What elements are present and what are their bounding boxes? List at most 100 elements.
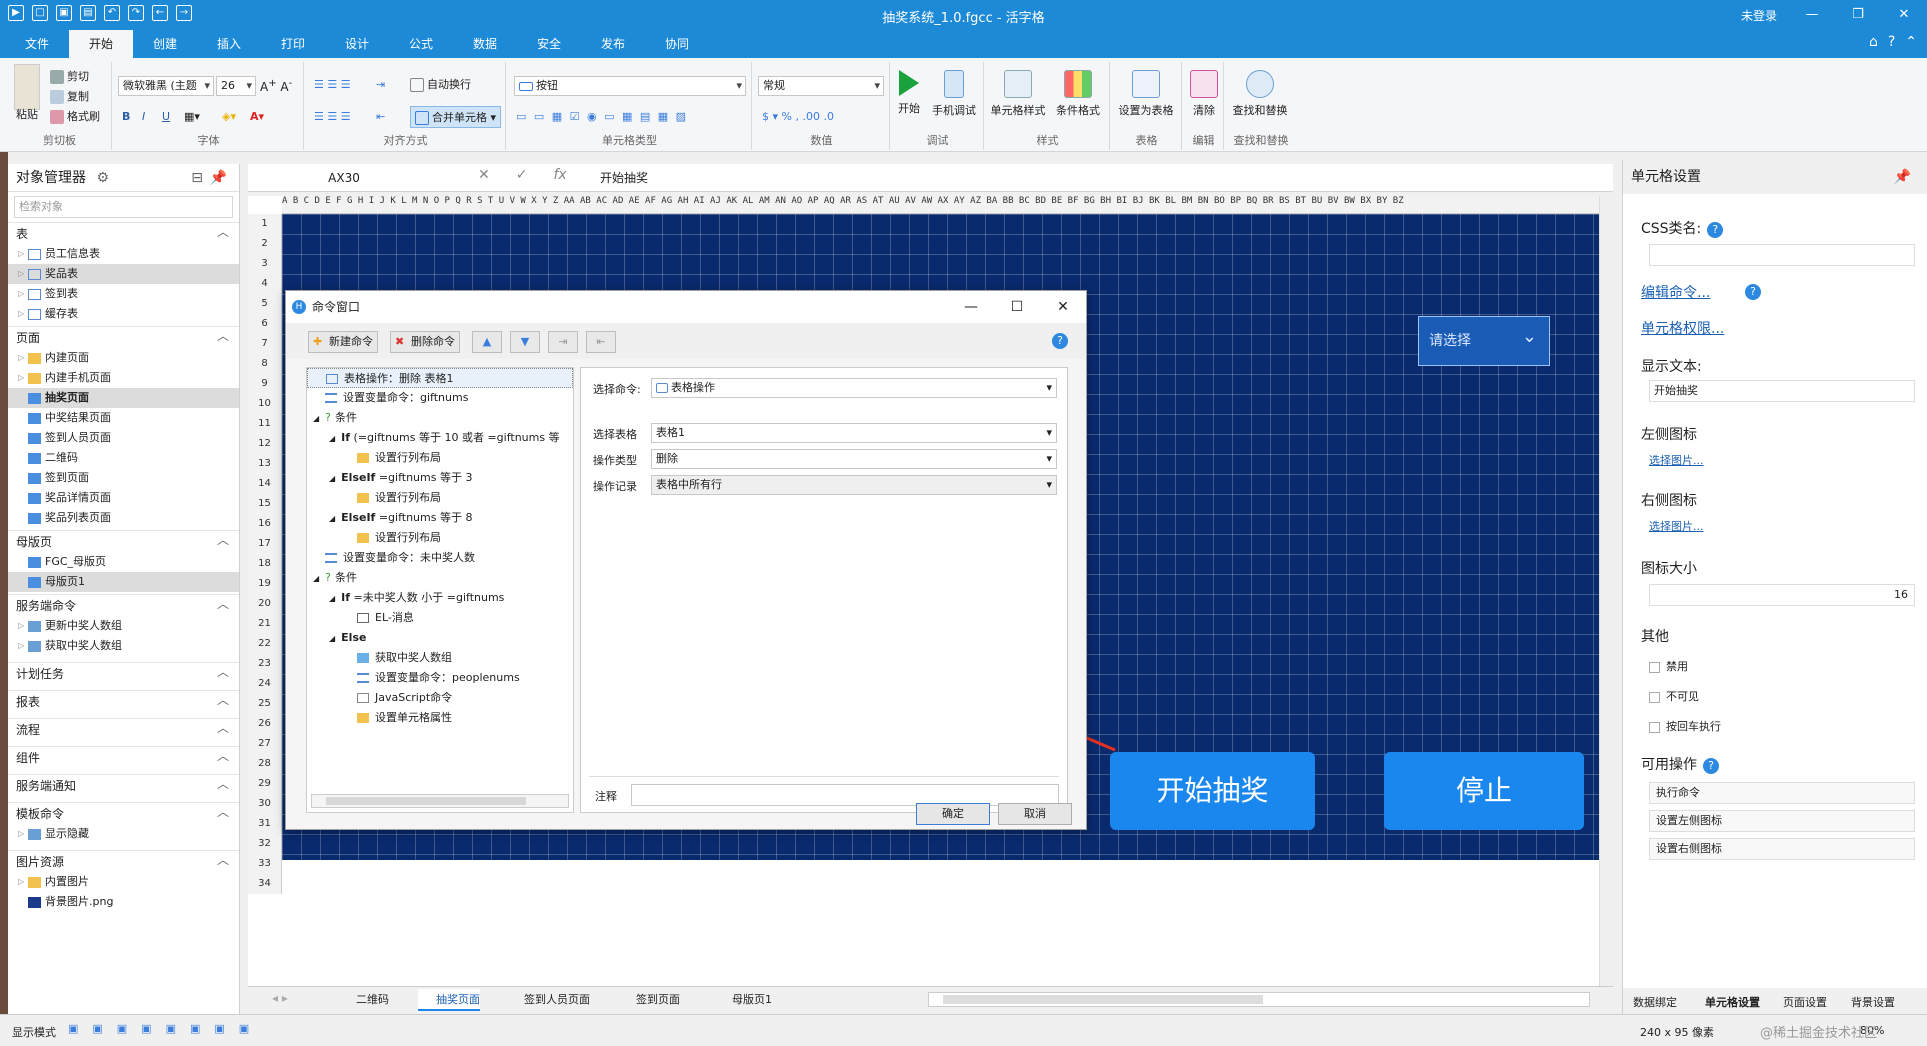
object-search-input[interactable]: 检索对象 xyxy=(14,196,233,218)
select-dropdown[interactable]: 请选择 xyxy=(1418,313,1550,366)
tab-data[interactable]: 数据 xyxy=(453,30,517,58)
formula-input[interactable]: 开始抽奖 xyxy=(600,167,648,189)
section-images[interactable]: 图片资源 xyxy=(8,849,239,872)
clear-button[interactable]: 清除 xyxy=(1184,70,1224,118)
find-replace-button[interactable]: 查找和替换 xyxy=(1230,70,1290,118)
list-item[interactable]: 二维码 xyxy=(8,448,239,468)
tab-security[interactable]: 安全 xyxy=(517,30,581,58)
conditional-format-button[interactable]: 条件格式 xyxy=(1048,70,1108,118)
section-pages[interactable]: 页面 xyxy=(8,325,239,348)
italic-icon[interactable]: I xyxy=(142,110,145,123)
section-tables[interactable]: 表 xyxy=(8,221,239,244)
tab-design[interactable]: 设计 xyxy=(325,30,389,58)
help-icon[interactable]: ? xyxy=(1745,284,1761,300)
collapse-icon[interactable]: ⌃ xyxy=(1905,34,1917,50)
vertical-scrollbar[interactable] xyxy=(1599,196,1613,986)
right-icon-select-link[interactable]: 选择图片... xyxy=(1649,518,1704,534)
list-item[interactable]: ▷ 奖品表 xyxy=(8,264,239,284)
maximize-icon[interactable]: ☐ xyxy=(994,291,1040,323)
section-template[interactable]: 模板命令 xyxy=(8,801,239,824)
tree-horizontal-scrollbar[interactable] xyxy=(311,794,569,808)
login-status[interactable]: 未登录 xyxy=(1741,7,1777,24)
close-icon[interactable]: ✕ xyxy=(1881,0,1927,30)
cancel-icon[interactable]: ✕ xyxy=(478,167,490,183)
tab-page[interactable]: 二维码 xyxy=(338,989,389,1011)
select-table-dropdown[interactable]: 表格1 xyxy=(651,423,1057,443)
tab-page-active[interactable]: 抽奖页面 xyxy=(418,989,480,1011)
outdent-icon[interactable]: ⇤ xyxy=(376,110,385,123)
action-set-left-icon[interactable]: 设置左侧图标 xyxy=(1649,810,1915,832)
fx-icon[interactable]: fx xyxy=(553,167,566,183)
underline-icon[interactable]: U xyxy=(162,110,170,123)
tree-node[interactable]: ◢ ElseIf =giftnums 等于 8 xyxy=(307,508,573,528)
edit-command-link[interactable]: 编辑命令... xyxy=(1641,282,1710,302)
border-icon[interactable]: ▦▾ xyxy=(184,110,200,123)
celltype-select[interactable]: 按钮 xyxy=(514,76,746,96)
operation-type-dropdown[interactable]: 删除 xyxy=(651,449,1057,469)
tree-node[interactable]: ◢ Else xyxy=(307,628,573,648)
move-down-button[interactable]: ▼ xyxy=(510,331,540,353)
tree-node[interactable]: JavaScript命令 xyxy=(307,688,573,708)
operation-record-dropdown[interactable]: 表格中所有行 xyxy=(651,475,1057,495)
action-set-right-icon[interactable]: 设置右侧图标 xyxy=(1649,838,1915,860)
pin-icon[interactable]: 📌 xyxy=(1894,160,1911,194)
tab-create[interactable]: 创建 xyxy=(133,30,197,58)
tree-node[interactable]: ◢ If (=giftnums 等于 10 或者 =giftnums 等 xyxy=(307,428,573,448)
tab-data-binding[interactable]: 数据绑定 xyxy=(1633,994,1677,1010)
note-input[interactable] xyxy=(631,784,1059,806)
minimize-icon[interactable]: — xyxy=(948,291,994,323)
list-item[interactable]: ▷ 获取中奖人数组 xyxy=(8,636,239,656)
indent-icon[interactable]: ⇥ xyxy=(376,78,385,91)
tree-node[interactable]: 设置行列布局 xyxy=(307,488,573,508)
list-item[interactable]: ▷ 缓存表 xyxy=(8,304,239,324)
outdent-button[interactable]: ⇤ xyxy=(586,331,616,353)
action-execute-command[interactable]: 执行命令 xyxy=(1649,782,1915,804)
select-command-dropdown[interactable]: 表格操作 xyxy=(651,378,1057,398)
close-icon[interactable]: ✕ xyxy=(1040,291,1086,323)
tab-formula[interactable]: 公式 xyxy=(389,30,453,58)
new-command-button[interactable]: ✚ 新建命令 xyxy=(308,331,378,353)
horizontal-scrollbar[interactable] xyxy=(928,992,1590,1007)
confirm-icon[interactable]: ✓ xyxy=(516,167,528,183)
tree-node[interactable]: 获取中奖人数组 xyxy=(307,648,573,668)
enter-execute-checkbox[interactable]: 按回车执行 xyxy=(1649,718,1721,734)
tab-insert[interactable]: 插入 xyxy=(197,30,261,58)
list-item[interactable]: 抽奖页面 xyxy=(8,388,239,408)
tree-node[interactable]: 设置单元格属性 xyxy=(307,708,573,728)
list-item[interactable]: ▷ 显示隐藏 xyxy=(8,824,239,844)
tab-home[interactable]: 开始 xyxy=(69,30,133,58)
list-item[interactable]: 背景图片.png xyxy=(8,892,239,912)
paste-icon[interactable] xyxy=(14,64,40,110)
cell-style-button[interactable]: 单元格样式 xyxy=(988,70,1048,118)
fill-color-icon[interactable]: ◈▾ xyxy=(222,110,236,123)
font-grow-icon[interactable]: A+ A- xyxy=(260,78,292,94)
section-plan[interactable]: 计划任务 xyxy=(8,661,239,684)
list-item[interactable]: 奖品列表页面 xyxy=(8,508,239,528)
pin-icon[interactable]: 📌 xyxy=(210,164,227,192)
tree-node[interactable]: ◢? 条件 xyxy=(307,568,573,588)
home-icon[interactable]: ⌂ xyxy=(1869,34,1878,50)
format-painter-button[interactable]: 格式刷 xyxy=(50,108,100,124)
tree-node[interactable]: 设置变量命令：peoplenums xyxy=(307,668,573,688)
set-table-button[interactable]: 设置为表格 xyxy=(1116,70,1176,118)
section-component[interactable]: 组件 xyxy=(8,745,239,768)
mobile-debug-button[interactable]: 手机调试 xyxy=(924,70,984,118)
align-top-icon[interactable]: ☰ ☰ ☰ xyxy=(314,78,351,91)
list-item[interactable]: ▷ 内建页面 xyxy=(8,348,239,368)
section-master[interactable]: 母版页 xyxy=(8,529,239,552)
list-item[interactable]: 中奖结果页面 xyxy=(8,408,239,428)
bold-icon[interactable]: B xyxy=(122,110,130,123)
celltype-gallery[interactable]: ▭ ▭ ▦ ☑ ◉ ▭ ▦ ▤ ▦ ▨ xyxy=(516,110,688,123)
minimize-icon[interactable]: — xyxy=(1789,0,1835,30)
tree-node[interactable]: ◢? 条件 xyxy=(307,408,573,428)
list-item[interactable]: 签到人员页面 xyxy=(8,428,239,448)
copy-button[interactable]: 复制 xyxy=(50,88,89,104)
tab-collab[interactable]: 协同 xyxy=(645,30,709,58)
ok-button[interactable]: 确定 xyxy=(916,803,990,825)
tree-node[interactable]: 设置变量命令：giftnums xyxy=(307,388,573,408)
font-size-select[interactable]: 26 xyxy=(216,76,256,96)
left-icon-select-link[interactable]: 选择图片... xyxy=(1649,452,1704,468)
section-flow[interactable]: 流程 xyxy=(8,717,239,740)
display-mode[interactable]: 显示模式 xyxy=(12,1024,56,1040)
paste-label[interactable]: 粘贴 xyxy=(16,106,38,122)
